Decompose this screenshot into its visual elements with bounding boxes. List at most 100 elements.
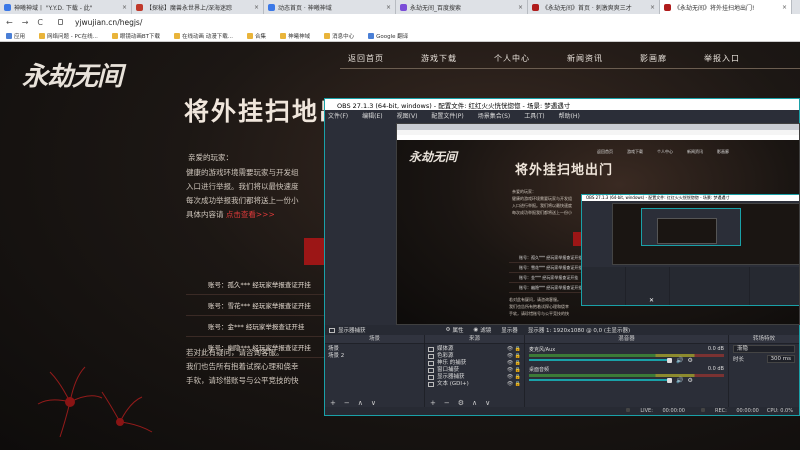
tab-favicon-icon [532,3,539,11]
bookmark-label: 神曦神域 [288,33,311,40]
tab-close-icon[interactable]: × [518,4,523,11]
source-item[interactable]: 色彩源 👁 🔒 [428,353,521,360]
source-item[interactable]: 窗口捕获 👁 🔒 [428,367,521,374]
details-link[interactable]: 点击查看>>> [226,210,275,219]
visibility-eye-icon[interactable]: 👁 [507,346,513,352]
speaker-icon[interactable]: 🔊 [676,377,683,384]
lock-icon[interactable]: 🔒 [515,374,521,380]
rec-time: 00:00:00 [736,408,759,414]
move-down-icon[interactable]: ∨ [371,399,376,407]
remove-icon[interactable]: − [444,399,450,407]
visibility-eye-icon[interactable]: 👁 [507,360,513,366]
bookmark-item[interactable]: 消息中心 [324,32,354,40]
bookmark-item[interactable]: Google 翻译 [368,32,408,40]
menu-edit[interactable]: 编辑(E) [362,111,382,120]
volume-meter [529,374,724,377]
browser-tab[interactable]: 永劫无间_百度搜索 × [396,0,528,14]
move-down-icon[interactable]: ∨ [485,399,490,407]
scene-item[interactable]: 场景 2 [328,353,421,360]
volume-slider[interactable]: 🔊 ⚙ [529,357,724,364]
browser-tab[interactable]: 《永劫无间》首页 · 刺激爽爽三才 × [528,0,660,14]
url-input[interactable]: yjwujian.cn/hegjs/ [75,18,142,27]
visibility-eye-icon[interactable]: 👁 [507,353,513,359]
duration-input[interactable]: 300 ms [766,355,795,363]
tab-title: 动态首页 · 神曦神域 [278,4,332,12]
volume-slider[interactable]: 🔊 ⚙ [529,377,724,384]
menu-file[interactable]: 文件(F) [328,111,348,120]
tab-close-icon[interactable]: × [122,4,127,11]
transition-type-select[interactable]: 渐隐 [733,345,795,353]
translate-icon [368,32,375,39]
source-item[interactable]: 媒体源 👁 🔒 [428,346,521,353]
address-bar: ← → C yjwujian.cn/hegjs/ [0,14,800,30]
menu-view[interactable]: 视图(V) [397,111,418,120]
sources-footer: + − ⚙ ∧ ∨ [425,398,524,407]
slider-handle[interactable] [667,377,672,383]
browser-tab[interactable]: 神曦神域丨 "Y.Y.D. 下载 - 此" × [0,0,132,14]
nav-news[interactable]: 新闻资讯 [567,53,603,64]
intro-line-text: 具体内容请 [186,210,224,219]
bookmark-item[interactable]: 神曦神域 [280,32,310,40]
move-up-icon[interactable]: ∧ [358,399,363,407]
add-icon[interactable]: + [430,399,436,407]
bookmark-item[interactable]: 网络问题 - PC在线... [39,32,98,40]
tab-close-icon[interactable]: × [254,4,259,11]
visibility-eye-icon[interactable]: 👁 [507,381,513,387]
site-logo[interactable]: 永劫无间 [22,56,123,93]
back-arrow-icon[interactable]: ← [6,18,13,27]
monitor-icon [428,375,434,380]
visibility-eye-icon[interactable]: 👁 [507,374,513,380]
obs-preview[interactable]: 永劫无间 返回首页 游戏下载 个人中心 新闻资讯 影画廊 将外挂扫地出门 亲爱的… [396,123,800,325]
tab-favicon-icon [136,3,143,11]
browser-tab[interactable]: 【探秘】魔兽永世界上/深海迷踪 × [132,0,264,14]
source-item[interactable]: 神乐 的捕获 👁 🔒 [428,360,521,367]
tab-close-icon[interactable]: × [386,4,391,11]
menu-scene-collection[interactable]: 场景集合(S) [478,111,511,120]
lock-icon[interactable]: 🔒 [515,381,521,387]
forward-arrow-icon[interactable]: → [22,18,29,27]
bookmark-item[interactable]: 眼镜动画BT下载 [111,32,160,40]
nav-gallery[interactable]: 影画廊 [640,53,667,64]
obs-title-bar[interactable]: OBS 27.1.3 (64-bit, windows) - 配置文件: 红红火… [325,99,799,110]
reload-icon[interactable]: C [37,18,43,27]
nav-home[interactable]: 返回首页 [348,53,384,64]
menu-profile[interactable]: 配置文件(P) [431,111,463,120]
filters-button[interactable]: ◉ 滤镜 [473,326,491,334]
slider-handle[interactable] [667,357,672,363]
bookmark-item[interactable]: 应用 [6,32,25,40]
channel-db: 0.0 dB [707,346,724,352]
nav-report[interactable]: 举报入口 [704,53,740,64]
remove-icon[interactable]: − [344,399,350,407]
nav-profile[interactable]: 个人中心 [494,53,530,64]
source-item[interactable]: 显示器捕获 👁 🔒 [428,374,521,381]
display-select[interactable]: 显示器 1: 1920x1080 @ 0,0 (主显示器) [528,326,630,334]
tab-favicon-icon [4,3,11,11]
preview-paragraph: 亲爱的玩家： 健康的游戏环境需要玩家与开发组 入口进行举报。我们将以最快速度 每… [512,188,592,216]
apps-grid-icon [6,32,12,39]
gear-icon[interactable]: ⚙ [687,357,692,364]
lock-icon[interactable]: 🔒 [515,353,521,359]
lock-icon[interactable] [58,19,63,25]
lock-icon[interactable]: 🔒 [515,367,521,373]
source-item[interactable]: 文本 (GDI+) 👁 🔒 [428,381,521,388]
nav-download[interactable]: 游戏下载 [421,53,457,64]
move-up-icon[interactable]: ∧ [472,399,477,407]
visibility-eye-icon[interactable]: 👁 [507,367,513,373]
browser-tab-active[interactable]: 《永劫无间》将外挂扫地出门! × [660,0,792,14]
gear-icon[interactable]: ⚙ [687,377,692,384]
menu-help[interactable]: 帮助(H) [559,111,580,120]
browser-tab[interactable]: 动态首页 · 神曦神域 × [264,0,396,14]
add-icon[interactable]: + [330,399,336,407]
scene-item[interactable]: 场景 [328,346,421,353]
tab-close-icon[interactable]: × [782,4,787,11]
tab-close-icon[interactable]: × [650,4,655,11]
gear-icon[interactable]: ⚙ [458,399,464,407]
lock-icon[interactable]: 🔒 [515,360,521,366]
properties-button[interactable]: ⚙ 属性 [446,326,464,334]
bookmark-item[interactable]: 在线动画 动漫下载... [174,32,233,40]
lock-icon[interactable]: 🔒 [515,346,521,352]
folder-icon [39,32,46,39]
speaker-icon[interactable]: 🔊 [676,357,683,364]
menu-tools[interactable]: 工具(T) [524,111,544,120]
bookmark-item[interactable]: 合集 [247,32,266,40]
